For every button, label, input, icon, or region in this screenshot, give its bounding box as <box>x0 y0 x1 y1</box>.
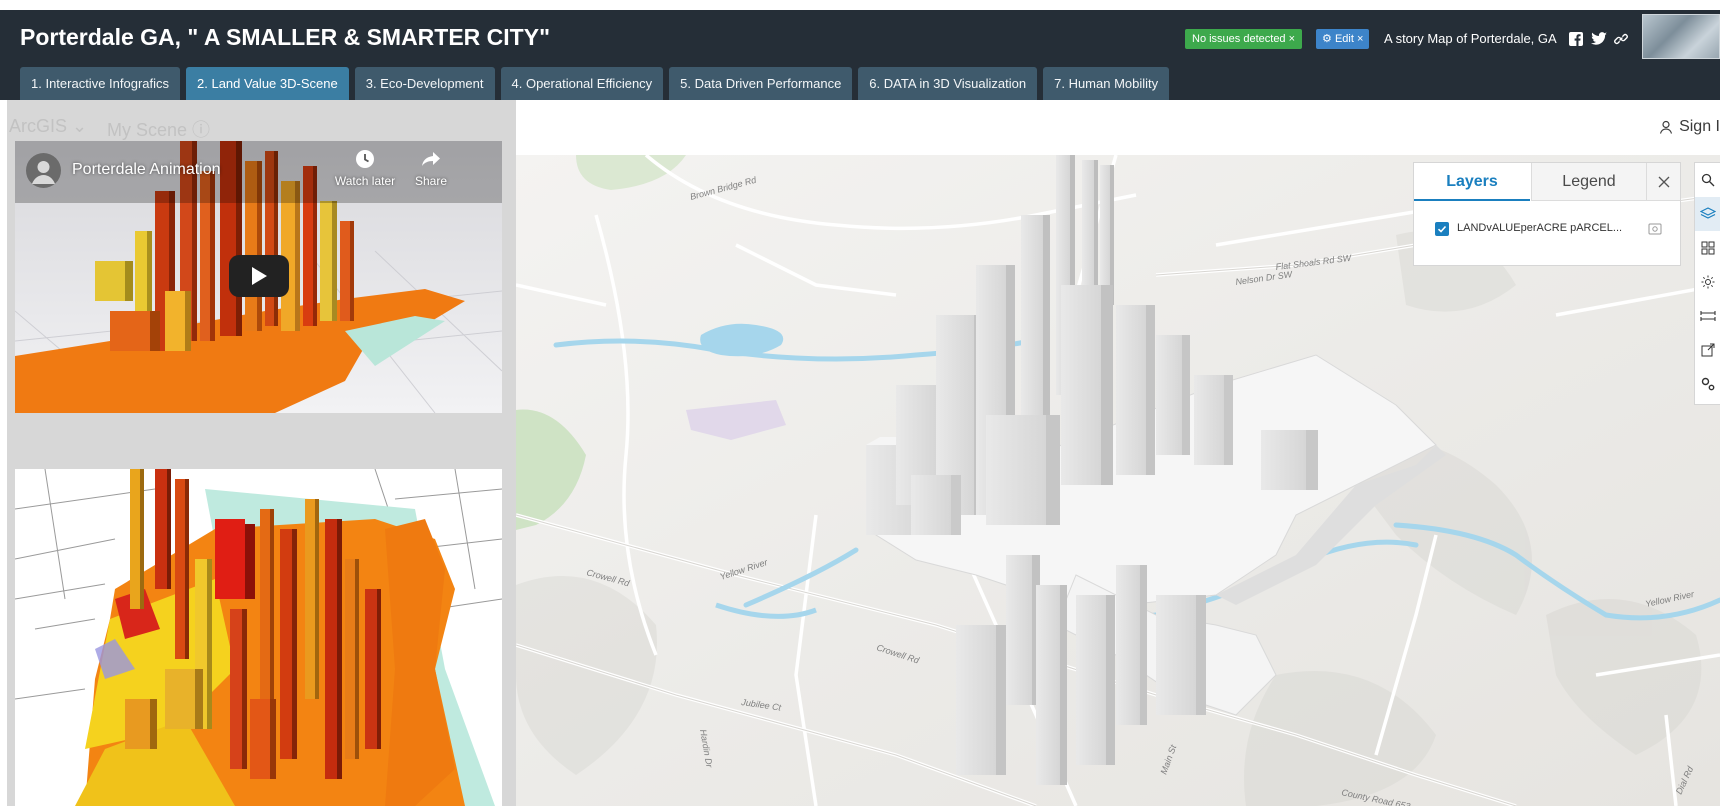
layer-visibility-checkbox[interactable] <box>1435 222 1449 236</box>
watch-later-label: Watch later <box>334 174 396 188</box>
story-tabs: 1. Interactive Infografics 2. Land Value… <box>20 67 1170 100</box>
search-tool[interactable] <box>1695 163 1720 197</box>
scene-top-bar: Sign I <box>516 100 1720 155</box>
basemap-tool[interactable] <box>1695 231 1720 265</box>
sign-in-label: Sign I <box>1679 118 1720 135</box>
land-value-3d-render <box>15 469 502 806</box>
tab-land-value-3d-scene[interactable]: 2. Land Value 3D-Scene <box>186 67 349 100</box>
play-icon <box>252 267 267 285</box>
share-arrow-icon <box>422 152 440 166</box>
link-icon[interactable] <box>1613 30 1629 48</box>
twitter-icon[interactable] <box>1590 30 1608 48</box>
tab-eco-development[interactable]: 3. Eco-Development <box>354 67 495 100</box>
measure-tool[interactable] <box>1695 299 1720 333</box>
settings-icon <box>1701 377 1715 391</box>
share-tool[interactable] <box>1695 333 1720 367</box>
layers-tool[interactable] <box>1695 197 1720 231</box>
layer-options-icon[interactable] <box>1647 221 1663 237</box>
3d-parcel-render-image <box>15 469 502 806</box>
share-icon <box>1701 343 1715 357</box>
story-map-app: Porterdale GA, " A SMALLER & SMARTER CIT… <box>0 0 1720 806</box>
user-icon <box>1659 120 1673 134</box>
app-header: Porterdale GA, " A SMALLER & SMARTER CIT… <box>0 10 1720 100</box>
layer-name[interactable]: LANDvALUEperACRE pARCEL... <box>1457 222 1622 234</box>
video-title[interactable]: Porterdale Animation <box>72 161 221 179</box>
daylight-icon <box>1701 275 1715 289</box>
close-panel-button[interactable] <box>1646 163 1680 201</box>
video-player[interactable]: Porterdale Animation Watch later Share <box>15 141 502 413</box>
facebook-icon[interactable] <box>1568 30 1584 48</box>
channel-avatar[interactable] <box>26 153 61 188</box>
close-icon <box>1658 176 1669 187</box>
gear-icon: ⚙ <box>1322 33 1332 45</box>
clock-icon <box>356 150 374 168</box>
sign-in-button[interactable]: Sign I <box>1659 118 1720 136</box>
checkmark-icon <box>1437 225 1447 233</box>
measure-icon <box>1700 311 1716 321</box>
scene-toolbar <box>1694 162 1720 405</box>
tab-operational-efficiency[interactable]: 4. Operational Efficiency <box>500 67 664 100</box>
share-label: Share <box>414 174 448 188</box>
tab-human-mobility[interactable]: 7. Human Mobility <box>1043 67 1170 100</box>
tab-layers[interactable]: Layers <box>1414 163 1530 201</box>
tab-data-3d-visualization[interactable]: 6. DATA in 3D Visualization <box>858 67 1038 100</box>
basemap-icon <box>1701 241 1715 255</box>
edit-button[interactable]: ⚙ Edit × <box>1316 29 1370 49</box>
share-button[interactable]: Share <box>403 149 459 188</box>
layers-icon <box>1700 207 1716 219</box>
play-button[interactable] <box>229 255 289 297</box>
search-icon <box>1701 173 1715 187</box>
settings-tool[interactable] <box>1695 367 1720 401</box>
tab-data-driven-performance[interactable]: 5. Data Driven Performance <box>669 67 853 100</box>
edit-label: Edit × <box>1334 33 1364 45</box>
daylight-tool[interactable] <box>1695 265 1720 299</box>
layer-list-panel: Layers Legend LANDvALUEperACRE pARCEL... <box>1413 162 1681 266</box>
arcgis-brand: ArcGIS ⌄ <box>9 116 88 136</box>
story-map-link[interactable]: A story Map of Porterdale, GA <box>1384 29 1557 49</box>
page-title: Porterdale GA, " A SMALLER & SMARTER CIT… <box>20 24 550 50</box>
media-panel: ArcGIS ⌄ My Scene ⓘ Porterdale Animation… <box>7 100 516 806</box>
watch-later-button[interactable]: Watch later <box>333 149 397 188</box>
status-badge[interactable]: No issues detected × <box>1185 29 1303 49</box>
tab-legend[interactable]: Legend <box>1531 163 1646 201</box>
story-thumbnail[interactable] <box>1642 14 1720 59</box>
tab-interactive-infografics[interactable]: 1. Interactive Infografics <box>20 67 181 100</box>
scene-name: My Scene ⓘ <box>107 120 211 140</box>
